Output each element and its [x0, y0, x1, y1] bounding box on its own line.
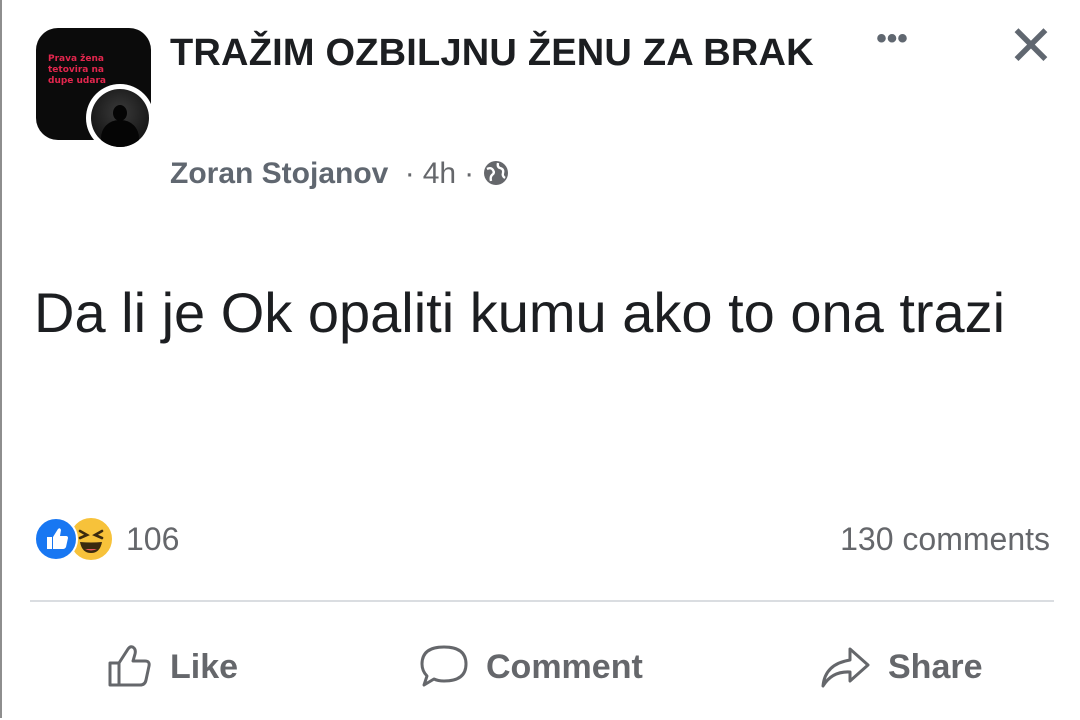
like-label: Like — [170, 647, 239, 686]
share-arrow-icon — [821, 647, 870, 688]
actions-divider — [30, 600, 1054, 602]
reaction-count: 106 — [126, 521, 180, 557]
author-name[interactable]: Zoran Stojanov — [170, 157, 388, 190]
share-button[interactable]: Share — [818, 632, 983, 702]
meta-separator-2: · — [464, 157, 475, 190]
group-title[interactable]: TRAŽIM OZBILJNU ŽENU ZA BRAK — [170, 28, 850, 78]
like-reaction-icon — [34, 517, 78, 561]
author-avatar[interactable] — [86, 84, 154, 152]
comment-button[interactable]: Comment — [416, 632, 643, 702]
comment-label: Comment — [486, 647, 643, 686]
post-time[interactable]: 4h — [423, 157, 456, 190]
group-avatar-text: Prava žena tetovira na dupe udara — [48, 54, 106, 86]
more-options-button[interactable]: ••• — [862, 24, 922, 64]
post-meta: Zoran Stojanov · 4h · — [170, 152, 510, 196]
close-button[interactable]: ✕ — [998, 18, 1064, 78]
comments-count[interactable]: 130 comments — [840, 514, 1050, 564]
reactions-summary[interactable]: 106 — [34, 514, 179, 564]
post-text: Da li je Ok opaliti kumu ako to ona traz… — [34, 281, 1006, 344]
comment-bubble-icon — [420, 645, 468, 687]
share-label: Share — [888, 647, 983, 686]
post-frame — [0, 0, 1080, 718]
globe-icon — [482, 156, 510, 185]
thumbs-up-icon — [108, 645, 151, 687]
like-button[interactable]: Like — [104, 632, 238, 702]
meta-separator: · — [404, 157, 415, 190]
